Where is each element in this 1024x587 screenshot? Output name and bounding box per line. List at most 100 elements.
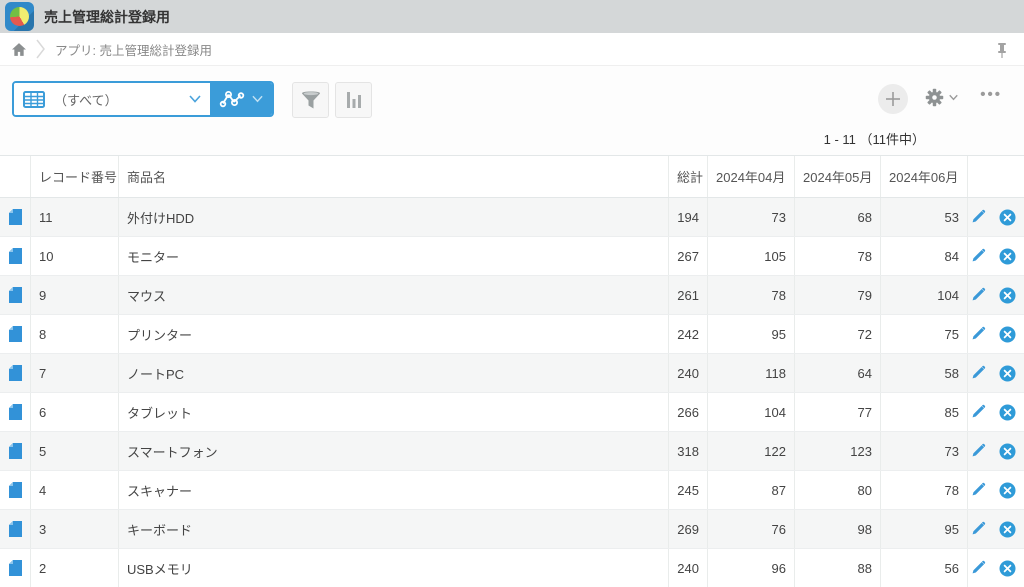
row-actions <box>967 276 1024 314</box>
delete-record-button[interactable] <box>999 443 1016 460</box>
header-icon-spacer <box>0 156 30 197</box>
edit-record-button[interactable] <box>970 560 986 577</box>
delete-record-button[interactable] <box>999 365 1016 382</box>
filter-button[interactable] <box>292 82 329 118</box>
circle-x-icon <box>999 443 1016 460</box>
circle-x-icon <box>999 482 1016 499</box>
cell-2024-05: 123 <box>794 432 880 470</box>
record-document-icon <box>8 248 22 264</box>
row-actions <box>967 237 1024 275</box>
settings-button[interactable] <box>924 87 958 108</box>
pencil-icon <box>970 248 986 264</box>
delete-record-button[interactable] <box>999 209 1016 226</box>
table-row: 3 キーボード 269 76 98 95 <box>0 510 1024 549</box>
cell-record-no: 8 <box>30 315 118 353</box>
table-view-icon <box>23 90 45 108</box>
cell-2024-06: 53 <box>880 198 967 236</box>
column-header-2024-04[interactable]: 2024年04月 <box>707 156 794 197</box>
breadcrumb-app-link[interactable]: アプリ: 売上管理総計登録用 <box>55 40 212 59</box>
cell-2024-04: 96 <box>707 549 794 587</box>
view-selector[interactable]: （すべて） <box>12 81 274 117</box>
column-header-2024-06[interactable]: 2024年06月 <box>880 156 967 197</box>
table-row: 10 モニター 267 105 78 84 <box>0 237 1024 276</box>
row-actions <box>967 510 1024 548</box>
edit-record-button[interactable] <box>970 521 986 538</box>
cell-2024-05: 68 <box>794 198 880 236</box>
cell-record-no: 4 <box>30 471 118 509</box>
chevron-down-icon <box>189 95 201 103</box>
edit-record-button[interactable] <box>970 209 986 226</box>
record-detail-link[interactable] <box>0 354 30 392</box>
delete-record-button[interactable] <box>999 521 1016 538</box>
record-document-icon <box>8 365 22 381</box>
cell-total: 194 <box>668 198 707 236</box>
edit-record-button[interactable] <box>970 404 986 421</box>
view-selector-current[interactable]: （すべて） <box>14 83 210 115</box>
column-header-2024-05[interactable]: 2024年05月 <box>794 156 880 197</box>
cell-2024-04: 105 <box>707 237 794 275</box>
row-actions <box>967 432 1024 470</box>
table-row: 2 USBメモリ 240 96 88 56 <box>0 549 1024 587</box>
record-document-icon <box>8 404 22 420</box>
pencil-icon <box>970 326 986 342</box>
more-options-button[interactable]: ••• <box>980 86 1002 103</box>
app-icon[interactable] <box>5 2 34 31</box>
delete-record-button[interactable] <box>999 248 1016 265</box>
node-graph-icon <box>219 90 245 108</box>
record-document-icon <box>8 482 22 498</box>
edit-record-button[interactable] <box>970 287 986 304</box>
pie-chart-icon <box>10 7 29 26</box>
column-header-product[interactable]: 商品名 <box>118 156 668 197</box>
table-row: 7 ノートPC 240 118 64 58 <box>0 354 1024 393</box>
record-detail-link[interactable] <box>0 393 30 431</box>
edit-record-button[interactable] <box>970 326 986 343</box>
pencil-icon <box>970 521 986 537</box>
record-detail-link[interactable] <box>0 276 30 314</box>
record-detail-link[interactable] <box>0 471 30 509</box>
record-detail-link[interactable] <box>0 237 30 275</box>
delete-record-button[interactable] <box>999 482 1016 499</box>
header-actions-spacer <box>967 156 1024 197</box>
cell-record-no: 9 <box>30 276 118 314</box>
pencil-icon <box>970 560 986 576</box>
edit-record-button[interactable] <box>970 365 986 382</box>
cell-total: 240 <box>668 354 707 392</box>
edit-record-button[interactable] <box>970 482 986 499</box>
chevron-down-icon <box>252 95 263 103</box>
home-icon[interactable] <box>12 42 26 56</box>
cell-product-name: マウス <box>118 276 668 314</box>
cell-total: 242 <box>668 315 707 353</box>
cell-2024-05: 98 <box>794 510 880 548</box>
record-detail-link[interactable] <box>0 315 30 353</box>
table-body: 11 外付けHDD 194 73 68 53 10 モニター 267 105 7… <box>0 198 1024 587</box>
column-header-total[interactable]: 総計 <box>668 156 707 197</box>
table-row: 6 タブレット 266 104 77 85 <box>0 393 1024 432</box>
cell-product-name: 外付けHDD <box>118 198 668 236</box>
record-list-table: レコード番号 商品名 総計 2024年04月 2024年05月 2024年06月… <box>0 155 1024 587</box>
delete-record-button[interactable] <box>999 326 1016 343</box>
pin-icon[interactable] <box>992 40 1012 60</box>
record-detail-link[interactable] <box>0 510 30 548</box>
chart-button[interactable] <box>335 82 372 118</box>
delete-record-button[interactable] <box>999 287 1016 304</box>
cell-2024-04: 87 <box>707 471 794 509</box>
record-document-icon <box>8 560 22 576</box>
cell-product-name: キーボード <box>118 510 668 548</box>
cell-2024-05: 80 <box>794 471 880 509</box>
circle-x-icon <box>999 560 1016 577</box>
edit-record-button[interactable] <box>970 248 986 265</box>
column-header-record-no[interactable]: レコード番号 <box>30 156 118 197</box>
cell-total: 318 <box>668 432 707 470</box>
delete-record-button[interactable] <box>999 404 1016 421</box>
record-document-icon <box>8 443 22 459</box>
table-row: 4 スキャナー 245 87 80 78 <box>0 471 1024 510</box>
record-detail-link[interactable] <box>0 198 30 236</box>
graph-view-button[interactable] <box>210 83 272 115</box>
edit-record-button[interactable] <box>970 443 986 460</box>
cell-product-name: タブレット <box>118 393 668 431</box>
circle-x-icon <box>999 521 1016 538</box>
delete-record-button[interactable] <box>999 560 1016 577</box>
record-detail-link[interactable] <box>0 549 30 587</box>
record-detail-link[interactable] <box>0 432 30 470</box>
add-record-button[interactable] <box>878 84 908 114</box>
